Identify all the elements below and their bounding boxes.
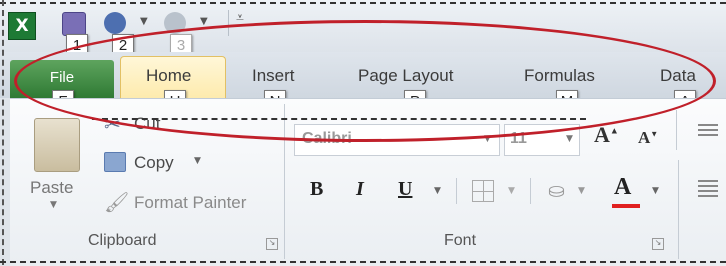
undo-icon[interactable] bbox=[104, 12, 126, 34]
dashed-guide-bottom bbox=[0, 261, 726, 263]
italic-button[interactable]: I bbox=[356, 178, 364, 201]
align-top-icon[interactable] bbox=[698, 124, 718, 138]
font-launcher-icon[interactable]: ↘ bbox=[652, 238, 664, 250]
font-color-button[interactable]: A bbox=[614, 174, 631, 201]
format-painter-icon[interactable]: 🖌 bbox=[104, 190, 129, 214]
paste-dropdown-icon[interactable]: ▼ bbox=[50, 200, 57, 210]
borders-dropdown-icon[interactable]: ▼ bbox=[508, 186, 515, 196]
shrink-font-icon[interactable]: A▼ bbox=[638, 128, 658, 148]
paste-button[interactable]: Paste bbox=[30, 178, 73, 198]
dashed-guide-left bbox=[2, 0, 4, 265]
clipboard-launcher-icon[interactable]: ↘ bbox=[266, 238, 278, 250]
copy-dropdown-icon[interactable]: ▼ bbox=[194, 156, 201, 166]
underline-dropdown-icon[interactable]: ▼ bbox=[434, 186, 441, 196]
copy-icon[interactable] bbox=[104, 152, 126, 172]
underline-button[interactable]: U bbox=[398, 178, 412, 201]
annotation-oval bbox=[14, 20, 716, 142]
clipboard-group-label: Clipboard bbox=[88, 232, 157, 249]
fill-color-dropdown-icon[interactable]: ▼ bbox=[578, 186, 585, 196]
bold-button[interactable]: B bbox=[310, 178, 323, 201]
format-separator bbox=[530, 178, 531, 204]
excel-logo-icon[interactable]: X bbox=[8, 12, 36, 40]
save-icon[interactable] bbox=[62, 12, 86, 36]
fill-color-icon[interactable]: ⛀ bbox=[548, 178, 565, 202]
format-painter-button[interactable]: Format Painter bbox=[134, 193, 246, 213]
paste-icon[interactable] bbox=[34, 118, 80, 172]
dashed-guide-top bbox=[0, 2, 726, 4]
undo-dropdown-icon[interactable]: ▼ bbox=[140, 16, 148, 27]
font-row-separator bbox=[676, 110, 677, 150]
align-left-icon[interactable] bbox=[698, 180, 718, 198]
format-separator bbox=[456, 178, 457, 204]
group-separator bbox=[678, 160, 679, 259]
font-size-dropdown-icon[interactable]: ▼ bbox=[566, 134, 573, 144]
copy-button[interactable]: Copy bbox=[134, 153, 174, 173]
redo-dropdown-icon[interactable]: ▼ bbox=[200, 16, 208, 27]
font-color-dropdown-icon[interactable]: ▼ bbox=[652, 186, 659, 196]
font-group-label: Font bbox=[444, 232, 477, 249]
borders-icon[interactable] bbox=[472, 180, 494, 202]
font-color-bar bbox=[612, 204, 640, 208]
